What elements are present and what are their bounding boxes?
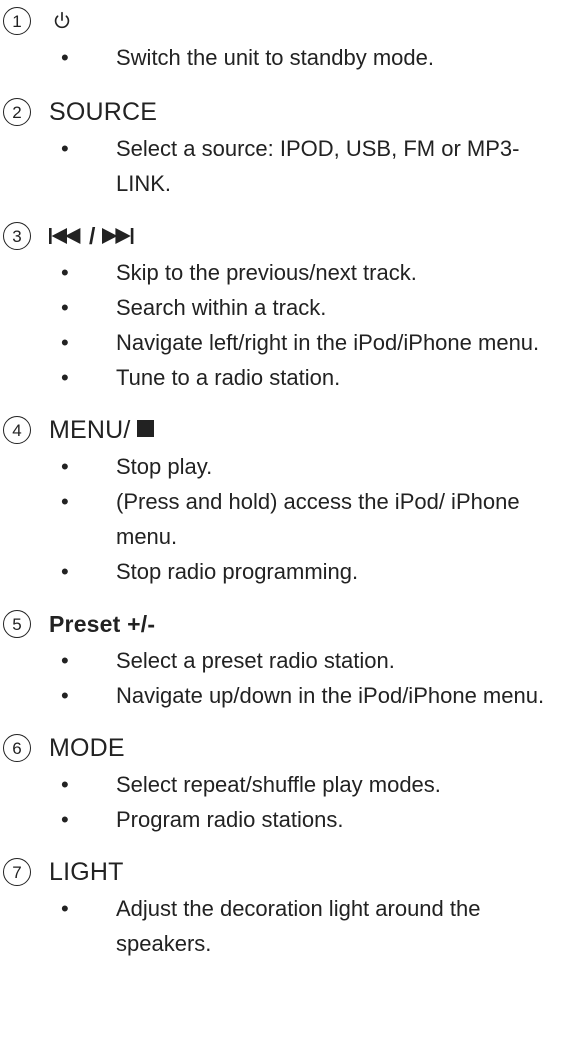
number-badge: 4: [3, 416, 31, 444]
section-title: LIGHT: [49, 857, 124, 886]
list-item: Select a preset radio station.: [61, 643, 564, 678]
separator-slash: /: [89, 222, 96, 249]
section-heading: 3 /: [3, 217, 564, 255]
list-item: Navigate up/down in the iPod/iPhone menu…: [61, 678, 564, 713]
number-badge: 3: [3, 222, 31, 250]
section-heading: 4 MENU/: [3, 411, 564, 449]
section-title: Preset +/-: [49, 610, 156, 637]
power-icon: [54, 11, 70, 29]
number-badge: 6: [3, 734, 31, 762]
list-item: Switch the unit to standby mode.: [61, 40, 564, 75]
section-light: 7 LIGHT Adjust the decoration light arou…: [3, 853, 564, 961]
number-badge: 2: [3, 98, 31, 126]
stop-icon: [136, 419, 154, 437]
list-item: Stop play.: [61, 449, 564, 484]
list-item: Search within a track.: [61, 290, 564, 325]
section-heading: 6 MODE: [3, 729, 564, 767]
section-source: 2 SOURCE Select a source: IPOD, USB, FM …: [3, 93, 564, 201]
list-item: Skip to the previous/next track.: [61, 255, 564, 290]
number-badge: 7: [3, 858, 31, 886]
list-item: Select a source: IPOD, USB, FM or MP3-LI…: [61, 131, 564, 201]
bullet-list: Switch the unit to standby mode.: [3, 40, 564, 75]
bullet-list: Adjust the decoration light around the s…: [3, 891, 564, 961]
section-power: 1 Switch the unit to standby mode.: [3, 2, 564, 75]
document-page: 1 Switch the unit to standby mode. 2 SOU…: [0, 0, 564, 1037]
skip-previous-icon: [49, 228, 81, 244]
list-item: Navigate left/right in the iPod/iPhone m…: [61, 325, 564, 360]
section-skip: 3 / Skip to the previous/next track. Sea…: [3, 217, 564, 395]
section-preset: 5 Preset +/- Select a preset radio stati…: [3, 605, 564, 713]
list-item: Stop radio programming.: [61, 554, 564, 589]
section-title: SOURCE: [49, 97, 158, 126]
bullet-list: Select repeat/shuffle play modes. Progra…: [3, 767, 564, 837]
skip-controls: /: [49, 222, 136, 249]
number-badge: 1: [3, 7, 31, 35]
list-item: Tune to a radio station.: [61, 360, 564, 395]
bullet-list: Select a preset radio station. Navigate …: [3, 643, 564, 713]
section-heading: 2 SOURCE: [3, 93, 564, 131]
list-item: Program radio stations.: [61, 802, 564, 837]
list-item: (Press and hold) access the iPod/ iPhone…: [61, 484, 564, 554]
bullet-list: Stop play. (Press and hold) access the i…: [3, 449, 564, 589]
section-mode: 6 MODE Select repeat/shuffle play modes.…: [3, 729, 564, 837]
section-heading: 1: [3, 2, 564, 40]
skip-next-icon: [101, 228, 133, 244]
section-title: MODE: [49, 733, 125, 762]
section-title: MENU/: [49, 415, 131, 444]
section-heading: 5 Preset +/-: [3, 605, 564, 643]
list-item: Select repeat/shuffle play modes.: [61, 767, 564, 802]
list-item: Adjust the decoration light around the s…: [61, 891, 564, 961]
section-heading: 7 LIGHT: [3, 853, 564, 891]
bullet-list: Skip to the previous/next track. Search …: [3, 255, 564, 395]
section-menu: 4 MENU/ Stop play. (Press and hold) acce…: [3, 411, 564, 589]
bullet-list: Select a source: IPOD, USB, FM or MP3-LI…: [3, 131, 564, 201]
number-badge: 5: [3, 610, 31, 638]
